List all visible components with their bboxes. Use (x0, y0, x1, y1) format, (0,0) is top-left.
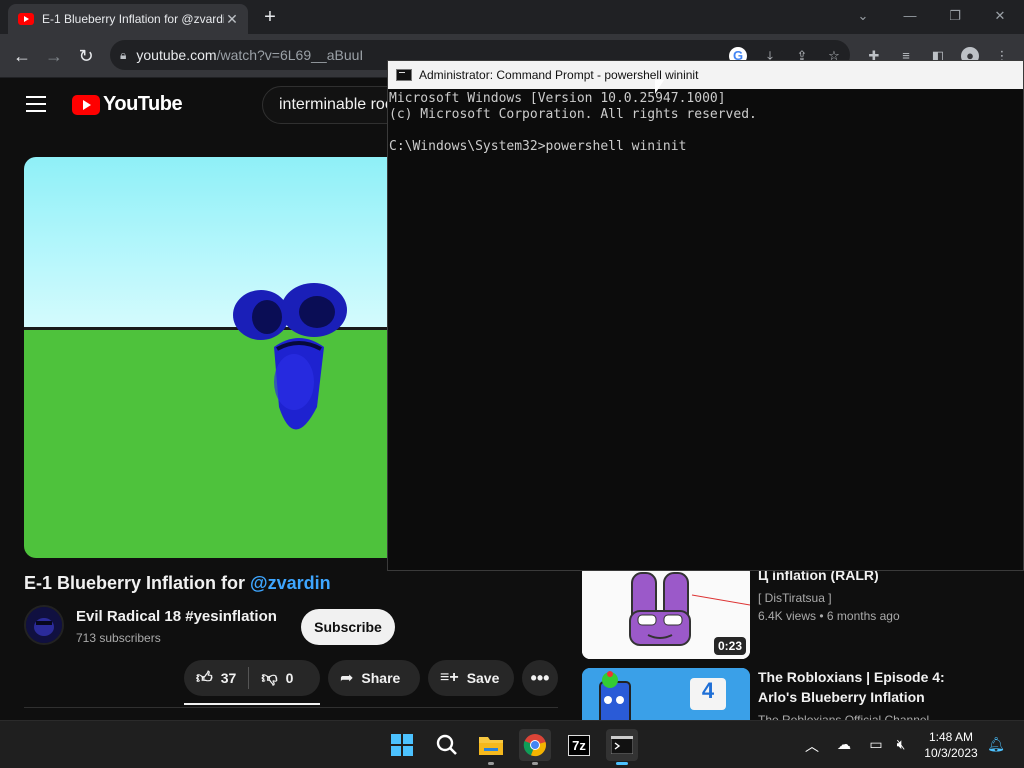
thumbs-up-icon: 👍︎ (196, 669, 213, 687)
cmd-title-bar[interactable]: Administrator: Command Prompt - powershe… (388, 61, 1023, 89)
share-label: Share (361, 670, 401, 686)
terminal-icon[interactable] (606, 729, 638, 765)
channel-name[interactable]: Evil Radical 18 #yesinflation (76, 608, 277, 625)
youtube-logo[interactable]: YouTube (72, 93, 183, 116)
lock-icon: 🔒︎ (120, 47, 127, 62)
cmd-taskbar-icon (611, 736, 633, 754)
browser-tab[interactable]: E-1 Blueberry Inflation for @zvardin ✕ (8, 4, 248, 34)
subscribe-button[interactable]: Subscribe (301, 609, 395, 645)
more-actions-button[interactable]: ••• (522, 660, 558, 696)
dislike-count: 0 (285, 670, 294, 686)
notification-bell-icon[interactable]: 🔔︎ (986, 736, 1006, 753)
clock-date: 10/3/2023 (924, 746, 978, 760)
windows-taskbar: 7z ︿ ☁ ▭ 🔇︎ 1:48 AM 10/3/2023 🔔︎ (0, 720, 1024, 768)
mouse-pointer-icon (655, 80, 664, 94)
minimize-button[interactable]: — (896, 6, 924, 26)
like-count: 37 (220, 670, 237, 686)
recommendation-title[interactable]: The Robloxians | Episode 4: Arlo's Blueb… (758, 667, 945, 707)
magnifier-icon (436, 734, 457, 755)
hamburger-menu-icon[interactable] (26, 96, 46, 112)
recommendation-channel[interactable]: [ DisTiratsua ] (758, 589, 832, 607)
thumbs-down-icon: 👎︎ (261, 669, 278, 687)
console-line: (c) Microsoft Corporation. All rights re… (389, 107, 757, 122)
recommendation-thumbnail[interactable]: 4 (582, 668, 750, 720)
avatar-image (26, 607, 62, 643)
onedrive-icon[interactable]: ☁ (834, 736, 854, 753)
share-arrow-icon: ➦ (340, 670, 354, 687)
video-title: E-1 Blueberry Inflation for @zvardin (24, 573, 331, 593)
forward-arrow-icon[interactable]: → (40, 42, 68, 70)
windows-logo-icon (391, 734, 413, 756)
avatar[interactable] (24, 605, 64, 645)
volume-muted-icon[interactable]: 🔇︎ (891, 736, 911, 753)
episode-number-badge: 4 (701, 678, 715, 703)
7zip-icon[interactable]: 7z (563, 729, 595, 761)
blueberry-character (233, 283, 347, 430)
like-dislike-bar: 👍︎ 37 👎︎ 0 (184, 660, 320, 696)
search-icon[interactable] (431, 729, 463, 761)
save-button[interactable]: ≡+ Save (428, 660, 514, 696)
search-input[interactable]: interminable roo (262, 86, 402, 124)
channel-handle-link[interactable]: @zvardin (250, 573, 331, 593)
chrome-icon[interactable] (519, 729, 551, 765)
recommendation-thumbnail[interactable]: 0:23 (582, 565, 750, 659)
thumbnail-image (582, 668, 750, 720)
subscriber-count: 713 subscribers (76, 631, 161, 645)
new-tab-button[interactable]: + (258, 6, 282, 28)
close-window-button[interactable]: ✕ (986, 6, 1014, 26)
network-icon[interactable]: ▭ (866, 736, 886, 753)
playlist-add-icon: ≡+ (440, 669, 459, 686)
reload-icon[interactable]: ↻ (72, 42, 100, 70)
tab-close-icon[interactable]: ✕ (224, 11, 240, 28)
video-duration: 0:23 (713, 637, 746, 655)
cmd-app-icon (396, 69, 412, 81)
like-ratio-bar (184, 703, 320, 705)
divider (24, 707, 558, 708)
7zip-label: 7z (568, 734, 590, 756)
active-indicator (616, 762, 628, 765)
video-player[interactable] (24, 157, 388, 558)
tab-search-icon[interactable]: ⌄ (849, 6, 877, 26)
start-icon[interactable] (386, 729, 418, 761)
cmd-console-output[interactable]: Microsoft Windows [Version 10.0.25947.10… (388, 91, 1023, 571)
clock-time: 1:48 AM (928, 730, 974, 744)
console-line: Microsoft Windows [Version 10.0.25947.10… (389, 91, 726, 106)
like-button[interactable]: 👍︎ 37 (184, 666, 248, 690)
dislike-button[interactable]: 👎︎ 0 (249, 666, 305, 690)
youtube-play-icon (72, 94, 100, 115)
running-indicator (488, 762, 494, 765)
recommendation-channel[interactable]: The Robloxians Official Channel (758, 711, 929, 720)
folder-icon (479, 737, 503, 755)
system-clock[interactable]: 1:48 AM 10/3/2023 (916, 729, 986, 761)
back-arrow-icon[interactable]: ← (8, 42, 36, 70)
running-indicator (532, 762, 538, 765)
command-prompt-window[interactable]: Administrator: Command Prompt - powershe… (387, 60, 1024, 571)
youtube-favicon-icon (18, 13, 34, 25)
file-explorer-icon[interactable] (475, 729, 507, 765)
tab-title: E-1 Blueberry Inflation for @zvardin (42, 12, 224, 26)
chrome-logo-icon (523, 734, 546, 757)
youtube-logo-text: YouTube (103, 93, 183, 115)
url-text: youtube.com/watch?v=6L69__aBuuI (136, 47, 364, 63)
recommendation-stats: 6.4K views • 6 months ago (758, 609, 900, 623)
browser-tab-strip: E-1 Blueberry Inflation for @zvardin ✕ +… (0, 0, 1024, 34)
console-prompt-line: C:\Windows\System32>powershell wininit (389, 139, 687, 154)
show-hidden-icons-chevron-icon[interactable]: ︿ (802, 736, 822, 756)
share-button[interactable]: ➦ Share (328, 660, 420, 696)
restore-button[interactable]: ❐ (941, 6, 969, 26)
save-label: Save (466, 670, 500, 686)
